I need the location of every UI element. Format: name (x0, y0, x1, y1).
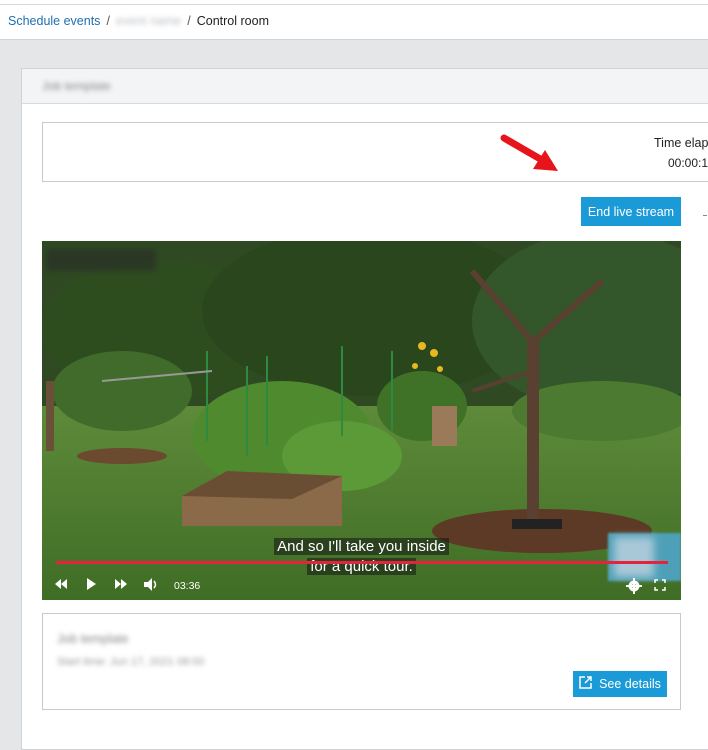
event-details-box: Job template Start time: Jun 17, 2021 08… (42, 613, 681, 710)
time-elapsed-label: Time elaps (654, 136, 708, 150)
time-elapsed-box: Time elaps 00:00:13 (42, 122, 708, 182)
see-details-button[interactable]: See details (573, 671, 667, 697)
time-elapsed-value: 00:00:13 (668, 156, 708, 170)
volume-icon[interactable] (143, 578, 159, 594)
panel-title: Job template (42, 79, 111, 93)
details-title: Job template (57, 632, 129, 646)
top-divider (0, 4, 708, 5)
rewind-icon[interactable] (54, 578, 68, 593)
breadcrumb-current: Control room (196, 14, 269, 28)
breadcrumb-separator: / (187, 14, 191, 28)
caption-line-1: And so I'll take you inside (274, 538, 449, 555)
details-date: Start time: Jun 17, 2021 08:00 (57, 656, 205, 668)
playback-time: 03:36 (174, 580, 201, 592)
see-details-label: See details (599, 677, 661, 691)
video-caption: And so I'll take you inside for a quick … (42, 537, 681, 577)
breadcrumb-event-name[interactable]: event name (116, 14, 181, 28)
panel-header: Job template (22, 69, 708, 104)
breadcrumb: Schedule events / event name / Control room (8, 14, 269, 28)
external-link-icon (579, 676, 592, 692)
fullscreen-icon[interactable] (654, 579, 666, 594)
top-bar: Schedule events / event name / Control room (0, 0, 708, 40)
end-live-stream-button[interactable]: End live stream (581, 197, 681, 226)
video-title-overlay (46, 249, 156, 271)
player-controls: 03:36 (42, 575, 681, 597)
breadcrumb-separator: / (106, 14, 110, 28)
play-icon[interactable] (86, 578, 97, 593)
scroll-marker (703, 215, 707, 216)
breadcrumb-schedule-events[interactable]: Schedule events (8, 14, 100, 28)
video-player[interactable]: And so I'll take you inside for a quick … (42, 241, 681, 600)
fast-forward-icon[interactable] (114, 578, 128, 593)
settings-icon[interactable] (626, 578, 642, 597)
progress-bar[interactable] (56, 561, 668, 564)
arrow-annotation (500, 134, 558, 171)
